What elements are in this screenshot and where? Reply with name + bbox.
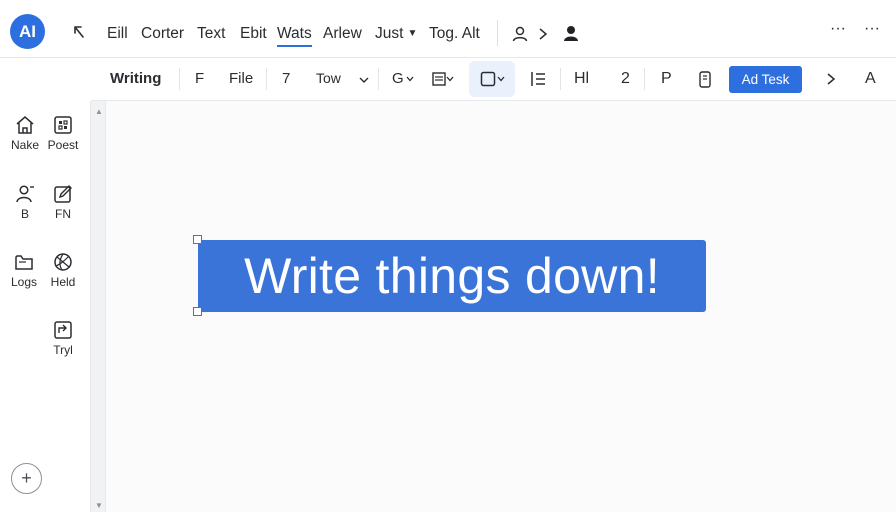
add-text-button[interactable]: Ad Tesk [729,66,802,93]
vertical-scrollbar[interactable]: ▲ ▼ [91,101,106,512]
tool-2[interactable]: 2 [621,70,630,88]
arrow-turn-left-icon[interactable] [70,22,90,42]
sidebar-item-label: FN [55,207,71,221]
resize-handle-bottom-left[interactable] [193,307,202,316]
sidebar-item-b[interactable]: B [5,184,45,221]
menu-arlew[interactable]: Arlew [323,25,362,43]
tool-hl[interactable]: Hl [574,70,589,88]
editor-canvas[interactable]: Write things down! [106,101,896,512]
tool-g[interactable]: G [392,70,404,87]
tool-tow[interactable]: Tow [316,70,341,86]
user-outline-icon[interactable] [510,24,530,44]
menu-divider [497,20,498,46]
sidebar-item-label: Tryl [53,343,73,357]
menu-eill[interactable]: Eill [107,25,128,43]
home-icon [16,116,34,134]
sidebar-item-tryl[interactable]: Tryl [43,320,83,357]
chevron-down-icon[interactable] [358,74,370,86]
menu-just-label: Just [375,25,404,42]
scroll-up-arrow-icon[interactable]: ▲ [95,107,103,116]
mobile-icon[interactable] [697,70,713,88]
grid-square-icon [54,116,72,134]
sidebar-item-label: B [20,207,29,221]
paragraph-style-icon[interactable] [431,70,455,88]
edit-square-icon [54,185,72,203]
text-box-content: Write things down! [244,248,660,304]
menu-just[interactable]: Just ▼ [375,25,417,43]
toolbar-divider [378,68,379,90]
menu-corter[interactable]: Corter [141,25,184,43]
toolbar-divider [560,68,561,90]
menu-text[interactable]: Text [197,25,225,43]
tool-a[interactable]: A [865,70,876,88]
sidebar-item-held[interactable]: Held [43,252,83,289]
folder-icon [15,255,33,270]
selected-text-box[interactable]: Write things down! [198,240,706,312]
sidebar-item-label: Poest [47,138,79,152]
chevron-down-icon: ▼ [407,28,418,39]
chevron-right-icon[interactable] [824,71,838,87]
toolbar-divider [644,68,645,90]
add-button[interactable]: + [11,463,42,494]
tool-f[interactable]: F [195,70,204,87]
more-menu-2[interactable]: ··· [864,20,880,38]
user-add-icon [16,185,34,203]
chevron-down-icon[interactable] [405,74,415,84]
user-filled-icon[interactable] [561,23,581,43]
formatting-toolbar: Writing F File 7 Tow G Hl 2 P Ad Tesk A [91,58,896,101]
sidebar-item-label: Held [50,275,76,289]
tool-7[interactable]: 7 [282,70,290,87]
sidebar-item-poest[interactable]: Poest [43,115,83,152]
more-menu-1[interactable]: ··· [830,20,846,38]
left-sidebar: Nake Poest B FN Logs Held Tryl + [0,101,91,512]
resize-handle-top-left[interactable] [193,235,202,244]
scroll-down-arrow-icon[interactable]: ▼ [95,501,103,510]
menu-tog-alt[interactable]: Tog. Alt [429,25,480,43]
menu-ebit[interactable]: Ebit [240,25,267,43]
toolbar-divider [266,68,267,90]
tool-writing[interactable]: Writing [110,70,161,87]
export-box-icon [54,321,72,339]
toolbar-divider [179,68,180,90]
app-logo[interactable]: AI [10,14,45,49]
box-select-icon [479,70,507,88]
tool-p[interactable]: P [661,70,672,88]
globe-icon [54,253,72,271]
sidebar-item-label: Nake [10,138,39,152]
sidebar-item-fn[interactable]: FN [43,184,83,221]
top-menu-bar: AI Eill Corter Text Ebit Wats Arlew Just… [0,0,896,58]
sidebar-item-logs[interactable]: Logs [4,252,44,289]
sidebar-item-label: Logs [10,275,38,289]
menu-wats[interactable]: Wats [277,25,312,47]
list-icon[interactable] [528,70,548,88]
tool-file[interactable]: File [229,70,253,87]
chevron-right-icon[interactable] [536,25,550,43]
sidebar-item-nake[interactable]: Nake [5,115,45,152]
